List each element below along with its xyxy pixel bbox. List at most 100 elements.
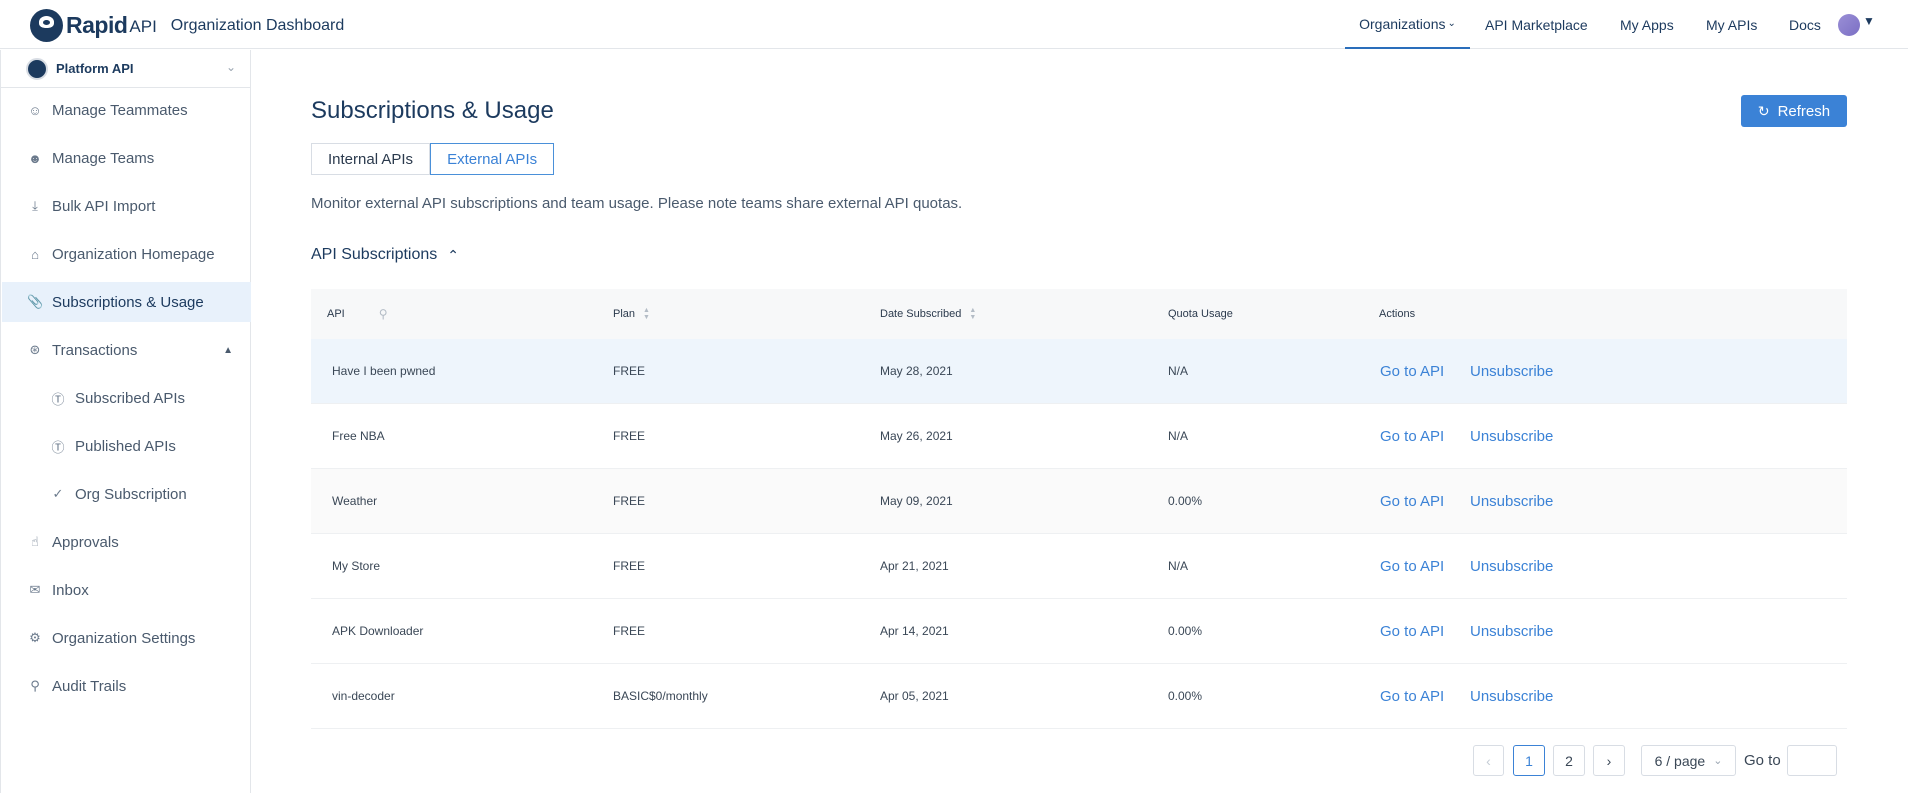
chevron-down-icon: ⌄ xyxy=(225,60,236,74)
section-title: API Subscriptions xyxy=(311,246,438,263)
col-api-label: API xyxy=(327,308,345,320)
sidebar-item-label: Organization Settings xyxy=(52,629,196,647)
org-avatar xyxy=(26,57,48,80)
sort-icon[interactable]: ▲ ▼ xyxy=(969,307,976,321)
sidebar-item-label: Manage Teammates xyxy=(52,101,188,119)
unsubscribe-link[interactable]: Unsubscribe xyxy=(1470,404,1553,468)
org-selector[interactable]: Platform API ⌄ xyxy=(1,50,250,88)
unsubscribe-link[interactable]: Unsubscribe xyxy=(1470,599,1553,663)
page-size-select[interactable]: 6 / page ⌄ xyxy=(1641,745,1736,776)
api-subscriptions-toggle[interactable]: API Subscriptions ⌃ xyxy=(311,246,459,264)
sidebar-item-published-apis[interactable]: Ⓣ Published APIs xyxy=(2,426,251,466)
go-to-api-link[interactable]: Go to API xyxy=(1380,339,1444,403)
sidebar-item-organization-settings[interactable]: ⚙ Organization Settings xyxy=(2,618,251,658)
cell-date: Apr 05, 2021 xyxy=(880,689,949,703)
user-avatar[interactable] xyxy=(1838,14,1860,36)
nav-docs[interactable]: Docs xyxy=(1789,0,1821,49)
page-2-button[interactable]: 2 xyxy=(1553,745,1585,776)
go-to-api-link[interactable]: Go to API xyxy=(1380,469,1444,533)
home-icon: ⌂ xyxy=(31,246,39,262)
brand[interactable]: Rapid API Organization Dashboard xyxy=(30,8,344,42)
cell-quota: N/A xyxy=(1168,364,1189,378)
go-to-api-link[interactable]: Go to API xyxy=(1380,599,1444,663)
sidebar-item-organization-homepage[interactable]: ⌂ Organization Homepage xyxy=(2,234,251,274)
sidebar-item-inbox[interactable]: ✉ Inbox xyxy=(2,570,251,610)
table-row: vin-decoder BASIC$0/monthly Apr 05, 2021… xyxy=(311,664,1847,729)
nav-organizations[interactable]: Organizations ⌄ xyxy=(1345,0,1470,49)
unsubscribe-link[interactable]: Unsubscribe xyxy=(1470,534,1553,598)
gear-icon: ⚙ xyxy=(29,630,41,645)
goto-page-input[interactable] xyxy=(1787,745,1837,776)
sidebar-item-label: Inbox xyxy=(52,581,89,599)
caret-up-icon: ▲ xyxy=(223,344,233,356)
search-icon: ⚲ xyxy=(30,678,40,693)
chevron-down-icon: ⌄ xyxy=(1447,18,1456,29)
cell-date: Apr 14, 2021 xyxy=(880,624,949,638)
mail-icon: ✉ xyxy=(29,582,41,597)
go-to-api-link[interactable]: Go to API xyxy=(1380,534,1444,598)
cell-api: Weather xyxy=(332,494,378,508)
search-icon[interactable]: ⚲ xyxy=(379,307,388,321)
sidebar: Platform API ⌄ ☺ Manage Teammates ☻ Mana… xyxy=(0,50,251,793)
nav-my-apis[interactable]: My APIs xyxy=(1706,0,1757,49)
cell-quota: 0.00% xyxy=(1168,689,1203,703)
sidebar-item-label: Organization Homepage xyxy=(52,245,215,263)
cell-quota: N/A xyxy=(1168,559,1189,573)
go-to-api-link[interactable]: Go to API xyxy=(1380,664,1444,728)
check-circle-icon: ✓ xyxy=(52,486,64,501)
caret-down-icon[interactable]: ▼ xyxy=(1863,14,1875,28)
sidebar-item-label: Approvals xyxy=(52,533,119,551)
cell-api: Have I been pwned xyxy=(332,364,436,378)
nav-organizations-label: Organizations xyxy=(1359,15,1446,32)
next-page-button[interactable]: › xyxy=(1593,745,1625,776)
rapidapi-logo-icon xyxy=(30,8,63,42)
table-row: Have I been pwned FREE May 28, 2021 N/A … xyxy=(311,339,1847,404)
unsubscribe-link[interactable]: Unsubscribe xyxy=(1470,469,1553,533)
sidebar-item-manage-teammates[interactable]: ☺ Manage Teammates xyxy=(2,90,251,130)
prev-page-button[interactable]: ‹ xyxy=(1473,745,1504,776)
nav-my-apps[interactable]: My Apps xyxy=(1620,0,1674,49)
page-title: Subscriptions & Usage xyxy=(311,97,554,124)
refresh-button[interactable]: ↻ Refresh xyxy=(1741,95,1847,127)
refresh-icon: ↻ xyxy=(1757,102,1770,119)
unsubscribe-link[interactable]: Unsubscribe xyxy=(1470,339,1553,403)
sidebar-item-label: Published APIs xyxy=(75,437,176,455)
sidebar-item-subscriptions-usage[interactable]: 📎 Subscriptions & Usage xyxy=(2,282,251,322)
sidebar-item-approvals[interactable]: ☝ Approvals xyxy=(2,522,251,562)
sidebar-item-label: Org Subscription xyxy=(75,485,187,503)
col-plan[interactable]: Plan ▲ ▼ xyxy=(613,289,650,339)
sidebar-item-manage-teams[interactable]: ☻ Manage Teams xyxy=(2,138,251,178)
col-plan-label: Plan xyxy=(613,308,636,320)
unsubscribe-link[interactable]: Unsubscribe xyxy=(1470,664,1553,728)
col-actions: Actions xyxy=(1379,289,1415,339)
sidebar-item-subscribed-apis[interactable]: Ⓣ Subscribed APIs xyxy=(2,378,251,418)
col-quota: Quota Usage xyxy=(1168,289,1233,339)
table-header: API ⚲ Plan ▲ ▼ Date Subscribed ▲ ▼ Quota U… xyxy=(311,289,1847,339)
sidebar-item-audit-trails[interactable]: ⚲ Audit Trails xyxy=(2,666,251,706)
cell-api: My Store xyxy=(332,559,381,573)
nav-api-marketplace[interactable]: API Marketplace xyxy=(1485,0,1588,49)
cell-api: vin-decoder xyxy=(332,689,395,703)
sidebar-item-label: Audit Trails xyxy=(52,677,127,695)
sidebar-item-bulk-api-import[interactable]: ⤓ Bulk API Import xyxy=(2,186,251,226)
table-row: Free NBA FREE May 26, 2021 N/A Go to API… xyxy=(311,404,1847,469)
dollar-circle-icon: Ⓣ xyxy=(51,439,65,455)
cell-api: APK Downloader xyxy=(332,624,424,638)
sidebar-item-label: Subscriptions & Usage xyxy=(52,293,204,311)
cell-quota: N/A xyxy=(1168,429,1189,443)
page-1-button[interactable]: 1 xyxy=(1513,745,1545,776)
dollar-circle-icon: Ⓣ xyxy=(51,391,65,407)
col-date[interactable]: Date Subscribed ▲ ▼ xyxy=(880,289,976,339)
users-icon: ☻ xyxy=(28,150,42,166)
chevron-up-icon: ⌃ xyxy=(447,246,460,263)
sort-icon[interactable]: ▲ ▼ xyxy=(643,307,650,321)
sidebar-item-org-subscription[interactable]: ✓ Org Subscription xyxy=(2,474,251,514)
cell-plan: FREE xyxy=(613,429,646,443)
tab-internal-apis[interactable]: Internal APIs xyxy=(311,143,431,175)
go-to-api-link[interactable]: Go to API xyxy=(1380,404,1444,468)
tab-external-apis[interactable]: External APIs xyxy=(430,143,555,175)
sidebar-item-transactions[interactable]: ⊛ Transactions ▲ xyxy=(2,330,251,370)
col-actions-label: Actions xyxy=(1379,308,1416,320)
table-row: My Store FREE Apr 21, 2021 N/A Go to API… xyxy=(311,534,1847,599)
sidebar-item-label: Transactions xyxy=(52,341,138,359)
